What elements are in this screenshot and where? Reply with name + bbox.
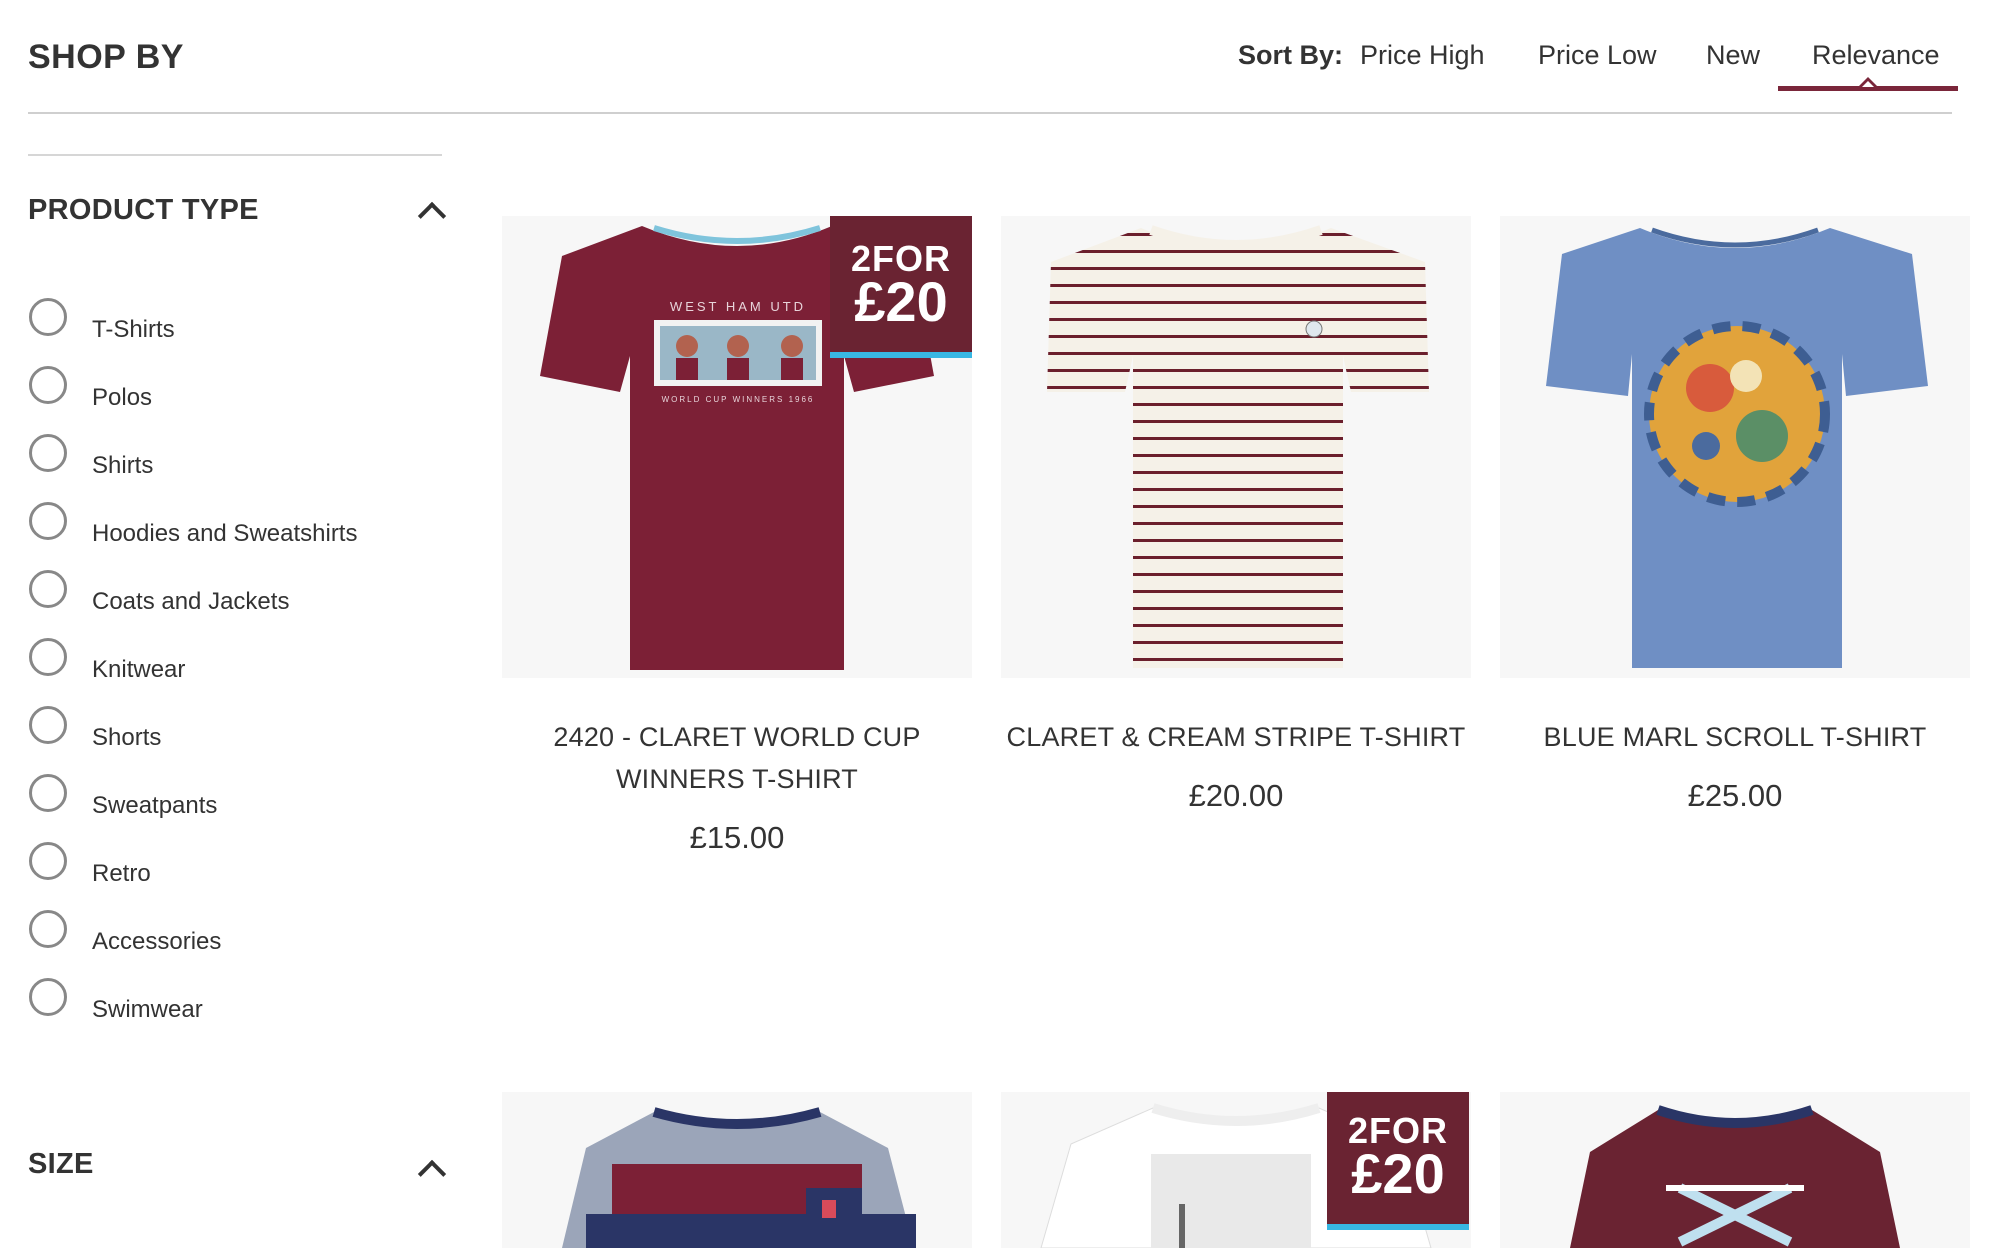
radio-button[interactable] [29, 570, 67, 608]
filter-option-swimwear[interactable]: Swimwear [28, 978, 442, 1028]
radio-button[interactable] [29, 502, 67, 540]
radio-button[interactable] [29, 842, 67, 880]
product-name[interactable]: CLARET & CREAM STRIPE T-SHIRT [1001, 716, 1471, 758]
shop-by-heading: SHOP BY [28, 38, 184, 76]
filter-option-accessories[interactable]: Accessories [28, 910, 442, 960]
radio-button[interactable] [29, 434, 67, 472]
product-image[interactable] [1500, 1092, 1970, 1248]
promo-badge: 2FOR £20 [830, 216, 972, 358]
product-name[interactable]: 2420 - CLARET WORLD CUP WINNERS T-SHIRT [502, 716, 972, 800]
chevron-up-icon[interactable] [417, 201, 447, 231]
product-price: £25.00 [1687, 778, 1783, 813]
tshirt-image [1546, 227, 1928, 668]
product-price: £15.00 [689, 820, 785, 855]
filter-option-knitwear[interactable]: Knitwear [28, 638, 442, 688]
radio-button[interactable] [29, 366, 67, 404]
promo-badge: 2FOR £20 [1327, 1092, 1469, 1230]
filter-option-coats[interactable]: Coats and Jackets [28, 570, 442, 620]
product-image[interactable] [1500, 216, 1970, 678]
radio-button[interactable] [29, 910, 67, 948]
filter-option-shorts[interactable]: Shorts [28, 706, 442, 756]
radio-button[interactable] [29, 298, 67, 336]
sort-price-high[interactable]: Price High [1360, 40, 1485, 71]
product-name[interactable]: BLUE MARL SCROLL T-SHIRT [1500, 716, 1970, 758]
print-text: WORLD CUP WINNERS 1966 [662, 395, 815, 404]
sort-by-label: Sort By: [1238, 40, 1344, 70]
tshirt-image [562, 1107, 916, 1248]
facet-title-product-type[interactable]: PRODUCT TYPE [28, 194, 259, 227]
chevron-up-icon[interactable] [417, 1159, 447, 1189]
filter-option-retro[interactable]: Retro [28, 842, 442, 892]
print-text: WEST HAM UTD [670, 299, 806, 314]
sort-price-low[interactable]: Price Low [1538, 40, 1657, 71]
tshirt-image [1047, 225, 1429, 668]
radio-button[interactable] [29, 774, 67, 812]
sort-relevance[interactable]: Relevance [1812, 40, 1940, 71]
filter-option-hoodies[interactable]: Hoodies and Sweatshirts [28, 502, 442, 552]
sort-bar: SHOP BY Sort By: Price High Price Low Ne… [0, 0, 1994, 116]
radio-button[interactable] [29, 978, 67, 1016]
filter-option-sweatpants[interactable]: Sweatpants [28, 774, 442, 824]
facet-title-size[interactable]: SIZE [28, 1148, 94, 1181]
divider [28, 112, 1952, 114]
sort-new[interactable]: New [1706, 40, 1760, 71]
product-image[interactable] [502, 1092, 972, 1248]
radio-button[interactable] [29, 638, 67, 676]
tshirt-image [1570, 1105, 1900, 1248]
divider [28, 154, 442, 156]
filter-option-polos[interactable]: Polos [28, 366, 442, 416]
filter-option-t-shirts[interactable]: T-Shirts [28, 298, 442, 348]
product-price: £20.00 [1188, 778, 1284, 813]
radio-button[interactable] [29, 706, 67, 744]
filter-option-shirts[interactable]: Shirts [28, 434, 442, 484]
product-image[interactable]: WEST HAM UTD WORLD CUP WINNERS 1966 2FOR… [502, 216, 972, 678]
product-image[interactable]: 2FOR £20 [1001, 1092, 1471, 1248]
product-image[interactable] [1001, 216, 1471, 678]
